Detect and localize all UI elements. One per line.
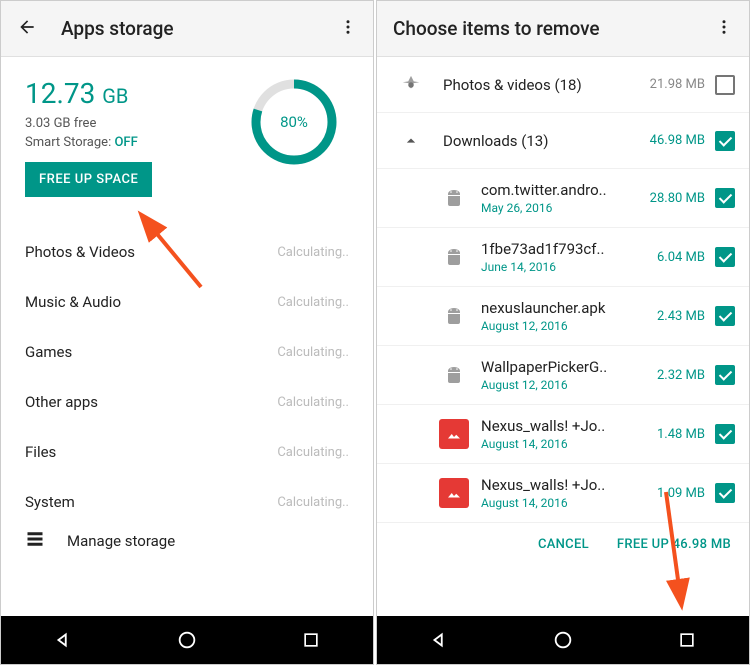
free-storage: 3.03 GB free — [25, 116, 239, 131]
nav-back-icon[interactable] — [52, 629, 74, 651]
category-list: Photos & VideosCalculating.. Music & Aud… — [1, 227, 373, 527]
appbar: Choose items to remove — [377, 1, 749, 57]
manage-storage-row[interactable]: Manage storage — [1, 514, 373, 568]
category-row[interactable]: Other appsCalculating.. — [1, 377, 373, 427]
image-icon — [439, 419, 469, 449]
nav-recent-icon[interactable] — [300, 629, 322, 651]
storage-chart: 80% — [239, 77, 349, 167]
checkbox[interactable] — [715, 131, 735, 151]
group-row-photos[interactable]: Photos & videos (18) 21.98 MB — [377, 57, 749, 113]
checkbox[interactable] — [715, 247, 735, 267]
file-row[interactable]: Nexus_walls! +Jo..August 14, 2016 1.48 M… — [377, 405, 749, 464]
content: 12.73 GB 3.03 GB free Smart Storage: OFF… — [1, 57, 373, 616]
file-row[interactable]: Nexus_walls! +Jo..August 14, 2016 1.09 M… — [377, 464, 749, 523]
page-title: Choose items to remove — [393, 17, 715, 40]
more-icon[interactable] — [339, 18, 357, 40]
category-row[interactable]: FilesCalculating.. — [1, 427, 373, 477]
android-navbar — [377, 616, 749, 664]
nav-home-icon[interactable] — [176, 629, 198, 651]
checkbox[interactable] — [715, 365, 735, 385]
image-icon — [439, 478, 469, 508]
file-row[interactable]: com.twitter.andro..May 26, 2016 28.80 MB — [377, 169, 749, 228]
more-icon[interactable] — [715, 18, 733, 40]
back-icon[interactable] — [17, 17, 37, 41]
android-icon — [439, 360, 469, 390]
file-row[interactable]: 1fbe73ad1f793cf..June 14, 2016 6.04 MB — [377, 228, 749, 287]
left-screen: Apps storage 12.73 GB 3.03 GB free Smart… — [0, 0, 374, 665]
content: Photos & videos (18) 21.98 MB Downloads … — [377, 57, 749, 616]
android-navbar — [1, 616, 373, 664]
nav-recent-icon[interactable] — [676, 629, 698, 651]
checkbox[interactable] — [715, 306, 735, 326]
android-icon — [439, 301, 469, 331]
checkbox[interactable] — [715, 75, 735, 95]
group-row-downloads[interactable]: Downloads (13) 46.98 MB — [377, 113, 749, 169]
cancel-button[interactable]: CANCEL — [538, 537, 589, 552]
page-title: Apps storage — [61, 17, 339, 40]
free-up-space-button[interactable]: FREE UP SPACE — [25, 162, 152, 197]
percent-label: 80% — [249, 77, 339, 167]
checkbox[interactable] — [715, 424, 735, 444]
file-row[interactable]: nexuslauncher.apkAugust 12, 2016 2.43 MB — [377, 287, 749, 346]
storage-icon — [25, 530, 45, 552]
appbar: Apps storage — [1, 1, 373, 57]
android-icon — [439, 183, 469, 213]
dialog-actions: CANCEL FREE UP 46.98 MB — [377, 523, 749, 566]
group-size: 21.98 MB — [641, 77, 705, 92]
checkbox[interactable] — [715, 188, 735, 208]
chevron-up-icon[interactable] — [395, 131, 427, 151]
category-row[interactable]: GamesCalculating.. — [1, 327, 373, 377]
category-row[interactable]: Music & AudioCalculating.. — [1, 277, 373, 327]
total-storage: 12.73 GB — [25, 77, 239, 110]
free-up-button[interactable]: FREE UP 46.98 MB — [617, 537, 731, 552]
android-icon — [439, 242, 469, 272]
category-row[interactable]: Photos & VideosCalculating.. — [1, 227, 373, 277]
photos-icon — [395, 74, 427, 96]
checkbox[interactable] — [715, 483, 735, 503]
group-size: 46.98 MB — [641, 133, 705, 148]
smart-storage[interactable]: Smart Storage: OFF — [25, 135, 239, 150]
storage-summary: 12.73 GB 3.03 GB free Smart Storage: OFF… — [1, 57, 373, 207]
right-screen: Choose items to remove Photos & videos (… — [376, 0, 750, 665]
nav-home-icon[interactable] — [552, 629, 574, 651]
nav-back-icon[interactable] — [428, 629, 450, 651]
file-row[interactable]: WallpaperPickerG..August 12, 2016 2.32 M… — [377, 346, 749, 405]
